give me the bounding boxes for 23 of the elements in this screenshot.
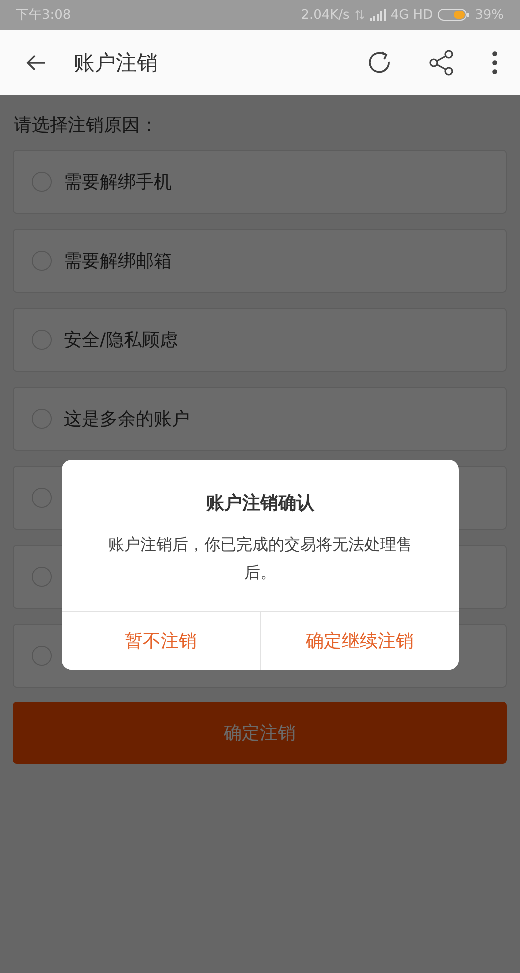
dialog-title: 账户注销确认 (206, 492, 316, 515)
option-label: 需要解绑手机 (64, 171, 172, 194)
confirm-cancel-button[interactable]: 确定注销 (13, 702, 507, 764)
share-icon[interactable] (428, 48, 456, 76)
option-label: 安全/隐私顾虑 (64, 329, 178, 352)
dialog-message: 账户注销后，你已完成的交易将无法处理售后。 (108, 534, 414, 584)
prompt-text: 请选择注销原因： (14, 114, 159, 137)
data-arrows-icon (354, 9, 365, 21)
network-type: 4G HD (390, 8, 434, 22)
reason-option[interactable]: 需要解绑手机 (13, 150, 507, 214)
more-menu-icon[interactable] (490, 48, 500, 76)
page-title: 账户注销 (74, 50, 158, 76)
signal-icon (370, 9, 386, 21)
battery-percent: 39% (475, 8, 504, 22)
status-time: 下午3:08 (16, 7, 72, 24)
reason-option[interactable]: 这是多余的账户 (13, 387, 507, 451)
reason-option[interactable]: 需要解绑邮箱 (13, 229, 507, 293)
option-label: 需要解绑邮箱 (64, 250, 172, 273)
network-speed: 2.04K/s (301, 8, 350, 22)
battery-icon (438, 8, 470, 22)
reason-option[interactable]: 安全/隐私顾虑 (13, 308, 507, 372)
option-label: 这是多余的账户 (64, 408, 190, 431)
dialog-button[interactable]: 确定继续注销 (260, 612, 459, 670)
